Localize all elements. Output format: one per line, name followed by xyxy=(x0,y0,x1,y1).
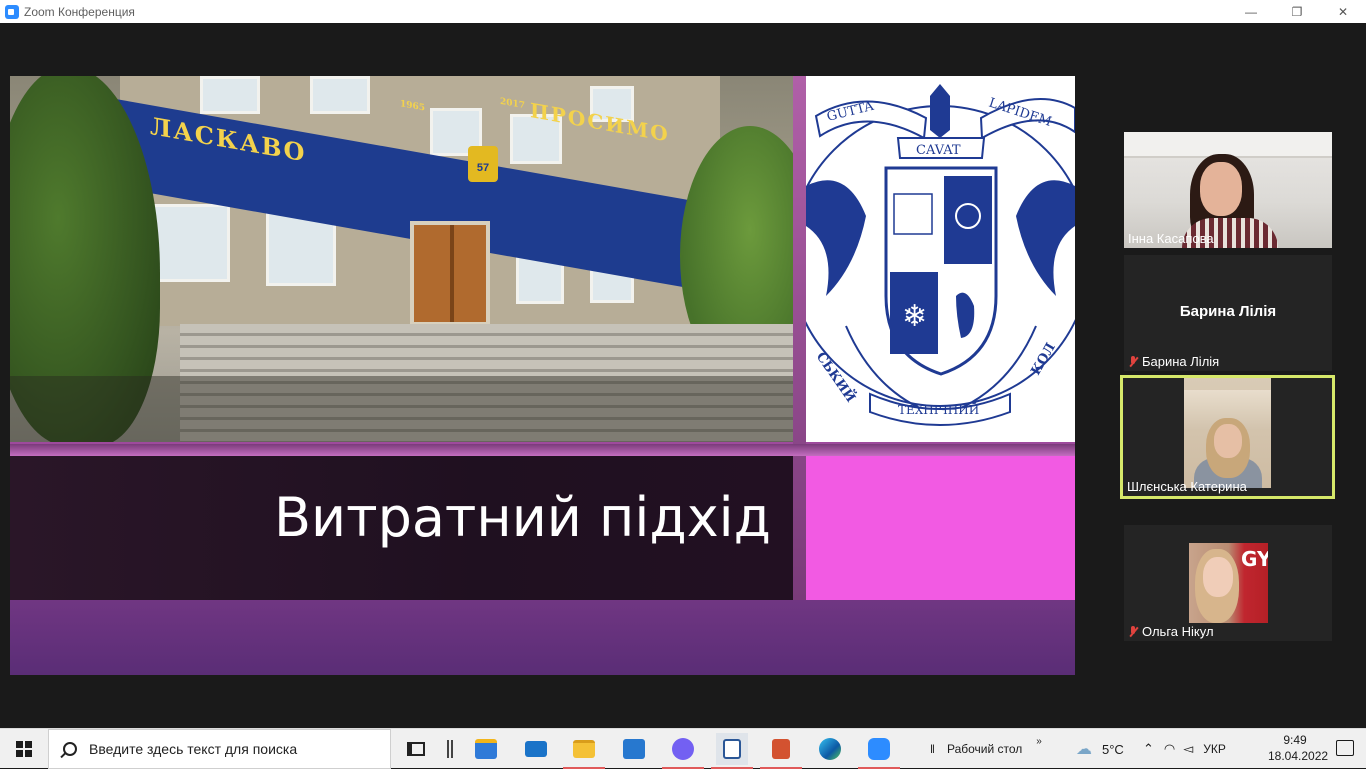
desktop-toolbar-label: Рабочий стол xyxy=(946,742,1023,756)
participant-name-text: Ольга Нікул xyxy=(1142,624,1214,639)
shared-slide: ЛАСКАВО 1965 ПРОСИМО 2017 57 GUTTA LAPID… xyxy=(10,76,1075,675)
participant-tile[interactable]: Інна Касапова xyxy=(1124,132,1332,248)
participant-video xyxy=(1184,378,1271,488)
participant-video: GY xyxy=(1189,543,1268,623)
participant-tile-active-speaker[interactable]: Шлєнська Катерина xyxy=(1120,375,1335,499)
weather-temperature: 5°C xyxy=(1102,741,1124,757)
arc-text-bottom: ТЕХНІЧНИЙ xyxy=(898,401,979,417)
divider-glyph xyxy=(447,740,453,758)
snowflake-icon: ❄ xyxy=(902,300,927,333)
microsoft-store-icon[interactable] xyxy=(470,733,502,765)
store-glyph xyxy=(475,739,497,759)
video-background-sign: GY xyxy=(1241,547,1268,571)
toolbar-grip-icon: ‖ xyxy=(930,742,935,756)
zoom-taskbar-icon[interactable] xyxy=(858,733,900,769)
slide-title-box: Витратний підхід xyxy=(10,456,793,600)
search-icon xyxy=(63,742,77,756)
show-hidden-icons-chevron-icon[interactable]: ⌃ xyxy=(1143,741,1154,757)
viber-icon[interactable] xyxy=(662,733,704,769)
slide-divider xyxy=(793,76,806,600)
video-person-face xyxy=(1203,557,1233,597)
desktop-toolbar[interactable]: ‖ Рабочий стол » xyxy=(930,729,1042,769)
taskbar-clock[interactable]: 9:49 18.04.2022 xyxy=(1268,732,1329,764)
mic-muted-icon xyxy=(1128,355,1138,368)
emblem-svg: GUTTA LAPIDEM CAVAT ❄ СЬКИЙ КОЛ ТЕХНІЧНИ… xyxy=(806,84,1075,426)
window-controls: — ❐ ✕ xyxy=(1228,0,1366,23)
start-button[interactable] xyxy=(0,729,48,769)
slide-title: Витратний підхід xyxy=(273,486,771,549)
presentation-app-icon[interactable] xyxy=(760,733,802,769)
edge-glyph xyxy=(819,738,841,760)
weather-cloud-icon: ☁ xyxy=(1076,741,1092,758)
trident-icon xyxy=(930,84,950,138)
arc-text-right: КОЛ xyxy=(1028,340,1058,378)
minimize-button[interactable]: — xyxy=(1228,0,1274,23)
windows-taskbar: ‖ Рабочий стол » ☁ 5°C ⌃ ◠ ◅ УКР 9:49 18… xyxy=(0,728,1366,769)
ground-shadow xyxy=(10,376,793,442)
slide-band xyxy=(10,444,1075,456)
college-building-photo: ЛАСКАВО 1965 ПРОСИМО 2017 57 xyxy=(10,76,793,442)
participant-placeholder-name: Барина Лілія xyxy=(1179,303,1277,320)
zoom-glyph xyxy=(868,738,890,760)
close-button[interactable]: ✕ xyxy=(1320,0,1366,23)
participant-name: Барина Лілія xyxy=(1128,354,1219,369)
photos-icon[interactable] xyxy=(618,733,650,765)
window-title: Zoom Конференция xyxy=(24,4,135,19)
network-icon[interactable]: ◠ xyxy=(1164,741,1175,757)
clock-date: 18.04.2022 xyxy=(1268,749,1329,763)
windows-logo-icon xyxy=(16,741,32,757)
restore-button[interactable]: ❐ xyxy=(1274,0,1320,23)
entrance-door xyxy=(410,221,490,326)
task-view-icon[interactable] xyxy=(400,733,432,765)
video-person-face xyxy=(1214,424,1242,458)
participant-name-text: Інна Касапова xyxy=(1128,231,1214,246)
toolbar-chevron-icon[interactable]: » xyxy=(1036,736,1042,747)
taskbar-search[interactable] xyxy=(48,729,391,769)
file-explorer-icon[interactable] xyxy=(563,733,605,769)
mic-muted-icon xyxy=(1128,625,1138,638)
search-input[interactable] xyxy=(89,741,379,757)
participant-tile[interactable]: GY Ольга Нікул xyxy=(1124,525,1332,641)
participant-name: Шлєнська Катерина xyxy=(1127,479,1247,494)
window-titlebar: Zoom Конференция — ❐ ✕ xyxy=(0,0,1366,23)
participant-name: Ольга Нікул xyxy=(1128,624,1214,639)
meeting-area: ЛАСКАВО 1965 ПРОСИМО 2017 57 GUTTA LAPID… xyxy=(0,23,1366,728)
input-language[interactable]: УКР xyxy=(1203,742,1226,756)
anniversary-badge: 57 xyxy=(468,146,498,182)
mail-glyph xyxy=(525,741,547,757)
photos-glyph xyxy=(623,739,645,759)
college-emblem: GUTTA LAPIDEM CAVAT ❄ СЬКИЙ КОЛ ТЕХНІЧНИ… xyxy=(806,76,1075,442)
volume-icon[interactable]: ◅ xyxy=(1183,741,1193,757)
participant-name-text: Барина Лілія xyxy=(1142,354,1220,369)
participant-name: Інна Касапова xyxy=(1128,231,1214,246)
participant-name-text: Шлєнська Катерина xyxy=(1127,479,1247,494)
video-person-face xyxy=(1200,162,1242,216)
slide-accent-box xyxy=(806,456,1075,600)
document-glyph xyxy=(723,739,741,759)
document-app-icon[interactable] xyxy=(711,733,753,769)
edge-browser-icon[interactable] xyxy=(814,733,846,765)
shield-quarter-compass xyxy=(944,176,992,264)
folder-glyph xyxy=(573,740,595,758)
mail-icon[interactable] xyxy=(520,733,552,765)
task-view-glyph xyxy=(407,742,425,756)
weather-widget[interactable]: ☁ 5°C xyxy=(1076,729,1124,769)
notifications-icon[interactable] xyxy=(1336,740,1354,756)
clock-time: 9:49 xyxy=(1283,733,1307,747)
system-tray: ⌃ ◠ ◅ УКР xyxy=(1143,729,1226,769)
wing-left xyxy=(806,180,866,296)
viber-glyph xyxy=(672,738,694,760)
presentation-glyph xyxy=(772,739,790,759)
wing-right xyxy=(1016,180,1075,296)
motto-center: CAVAT xyxy=(916,143,961,158)
window xyxy=(310,76,370,114)
zoom-app-icon xyxy=(5,4,19,19)
participant-tile[interactable]: Барина Лілія Барина Лілія xyxy=(1124,255,1332,371)
taskbar-divider-icon xyxy=(434,733,466,765)
window xyxy=(200,76,260,114)
